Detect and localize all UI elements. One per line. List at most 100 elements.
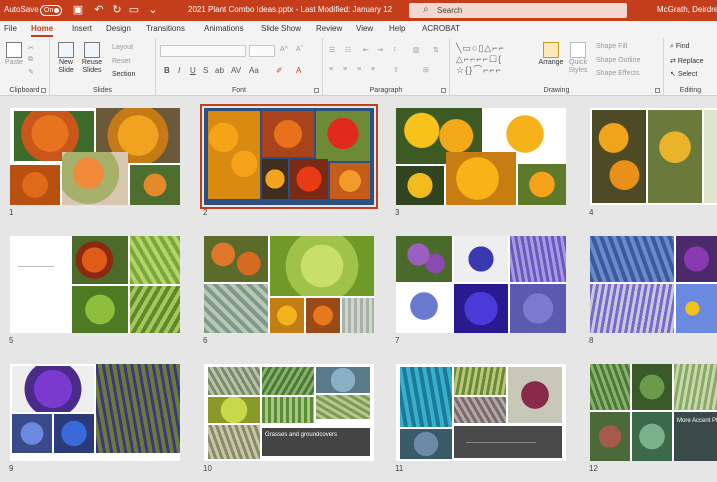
- shape-effects-button[interactable]: Shape Effects: [596, 70, 639, 77]
- section-button[interactable]: Section: [112, 71, 135, 78]
- shape-outline-button[interactable]: Shape Outline: [596, 57, 640, 64]
- shadow-button[interactable]: ab: [215, 66, 224, 75]
- paragraph-launcher-icon[interactable]: [441, 88, 446, 93]
- reuse-slides-button[interactable]: Reuse Slides: [80, 42, 104, 75]
- redo-icon[interactable]: ↻: [111, 4, 123, 16]
- slide-thumbnail-11[interactable]: [396, 364, 566, 461]
- slide-thumbnail-9[interactable]: [10, 364, 180, 461]
- arrange-button[interactable]: Arrange: [538, 42, 564, 67]
- customize-icon[interactable]: ⌄: [147, 4, 159, 16]
- undo-icon[interactable]: ↶: [93, 4, 105, 16]
- new-slide-button[interactable]: New Slide: [54, 42, 78, 75]
- replace-icon: ⇄: [670, 58, 678, 65]
- slide-thumbnail-8[interactable]: [590, 236, 717, 333]
- quick-styles-button[interactable]: Quick Styles: [566, 42, 590, 75]
- tab-home[interactable]: Home: [31, 24, 54, 37]
- slide-thumbnail-3[interactable]: [396, 108, 566, 205]
- shrink-font-icon[interactable]: Aˇ: [296, 46, 303, 53]
- align-text-icon[interactable]: ⇳: [393, 66, 399, 74]
- copy-icon[interactable]: ⧉: [28, 56, 33, 64]
- slide-thumbnail-4[interactable]: [590, 108, 717, 205]
- slide-thumbnail-2[interactable]: [200, 104, 378, 209]
- text-direction-icon[interactable]: ⇅: [433, 46, 439, 54]
- align-left-icon[interactable]: ≡: [329, 66, 333, 73]
- arrange-icon: [543, 42, 559, 58]
- paste-button[interactable]: Paste: [4, 42, 24, 67]
- tab-insert[interactable]: Insert: [72, 24, 92, 33]
- slide-thumbnail-6[interactable]: [204, 236, 374, 333]
- slide-thumbnail-1[interactable]: [10, 108, 180, 205]
- tab-acrobat[interactable]: ACROBAT: [422, 24, 460, 33]
- layout-button[interactable]: Layout: [112, 44, 133, 51]
- plant-photo: [400, 429, 452, 459]
- smartart-icon[interactable]: ⊞: [423, 66, 429, 74]
- editing-group: ⌕ Find ⇄ Replace ↖ Select Editing: [664, 38, 717, 96]
- font-size-input[interactable]: [249, 45, 275, 57]
- tab-file[interactable]: File: [4, 24, 17, 33]
- slide-thumbnail-7[interactable]: [396, 236, 566, 333]
- tab-view[interactable]: View: [356, 24, 373, 33]
- slide-number: 12: [589, 464, 598, 473]
- format-painter-icon[interactable]: ✎: [28, 68, 34, 76]
- plant-photo: [306, 298, 340, 333]
- italic-button[interactable]: I: [178, 66, 180, 75]
- shapes-gallery[interactable]: ╲▭○▯△⌐⌐ △⌐⌐⌐⌐☐{☆{}⌒⌐⌐⌐: [456, 43, 536, 75]
- tab-review[interactable]: Review: [316, 24, 342, 33]
- tab-transitions[interactable]: Transitions: [146, 24, 185, 33]
- plant-photo: [590, 364, 630, 410]
- align-center-icon[interactable]: ≡: [343, 66, 347, 73]
- justify-icon[interactable]: ≡: [371, 66, 375, 73]
- font-name-input[interactable]: [160, 45, 246, 57]
- reuse-slides-label: Reuse Slides: [81, 59, 103, 74]
- slide-number: 2: [203, 208, 208, 217]
- autosave-toggle[interactable]: On: [40, 5, 62, 16]
- underline-button[interactable]: U: [190, 66, 196, 75]
- increase-indent-icon[interactable]: ⇥: [377, 46, 383, 54]
- strikethrough-button[interactable]: S: [203, 66, 208, 75]
- slide-thumbnail-10[interactable]: Grasses and groundcovers: [204, 364, 374, 461]
- align-right-icon[interactable]: ≡: [357, 66, 361, 73]
- bold-button[interactable]: B: [164, 66, 170, 75]
- replace-button[interactable]: ⇄ Replace: [670, 57, 704, 65]
- slide-sorter[interactable]: 1 2 3 4 5 6 7 8 9 Grasses and groundcove…: [0, 97, 717, 482]
- shape-fill-button[interactable]: Shape Fill: [596, 43, 627, 50]
- drawing-launcher-icon[interactable]: [655, 88, 660, 93]
- search-box[interactable]: ⌕ Search: [409, 3, 627, 18]
- tab-help[interactable]: Help: [389, 24, 405, 33]
- font-color-icon[interactable]: A: [296, 66, 301, 75]
- columns-icon[interactable]: ▥: [413, 46, 420, 54]
- tab-animations[interactable]: Animations: [204, 24, 244, 33]
- highlight-icon[interactable]: ✐: [276, 66, 283, 75]
- plant-photo: [54, 414, 94, 453]
- slide-thumbnail-12[interactable]: More Accent Pl...: [590, 364, 717, 461]
- font-launcher-icon[interactable]: [314, 88, 319, 93]
- find-button[interactable]: ⌕ Find: [670, 43, 690, 51]
- present-icon[interactable]: ▭: [128, 4, 140, 16]
- plant-photo: [130, 236, 180, 284]
- paste-icon: [6, 42, 22, 58]
- cut-icon[interactable]: ✂: [28, 44, 34, 52]
- slide-number: 8: [589, 336, 594, 345]
- bullets-icon[interactable]: ☰: [329, 46, 335, 54]
- plant-photo: [454, 236, 508, 282]
- reset-button[interactable]: Reset: [112, 58, 130, 65]
- save-icon[interactable]: ▣: [72, 4, 84, 16]
- search-icon: ⌕: [423, 4, 429, 15]
- grow-font-icon[interactable]: A^: [280, 46, 288, 53]
- plant-photo: [262, 397, 314, 423]
- clipboard-launcher-icon[interactable]: [41, 88, 46, 93]
- editing-group-label: Editing: [679, 87, 702, 94]
- numbering-icon[interactable]: ☷: [345, 46, 351, 54]
- plant-photo: [208, 425, 260, 459]
- select-button[interactable]: ↖ Select: [670, 70, 697, 78]
- change-case-button[interactable]: Aa: [249, 66, 259, 75]
- slide-thumbnail-5[interactable]: [10, 236, 180, 333]
- user-name[interactable]: McGrath, Deirdre: [657, 5, 717, 14]
- plant-photo: [62, 152, 128, 205]
- tab-slide-show[interactable]: Slide Show: [261, 24, 301, 33]
- plant-photo: [96, 364, 180, 453]
- character-spacing-button[interactable]: AV: [231, 66, 241, 75]
- line-spacing-icon[interactable]: ↕: [393, 46, 397, 53]
- tab-design[interactable]: Design: [106, 24, 131, 33]
- decrease-indent-icon[interactable]: ⇤: [363, 46, 369, 54]
